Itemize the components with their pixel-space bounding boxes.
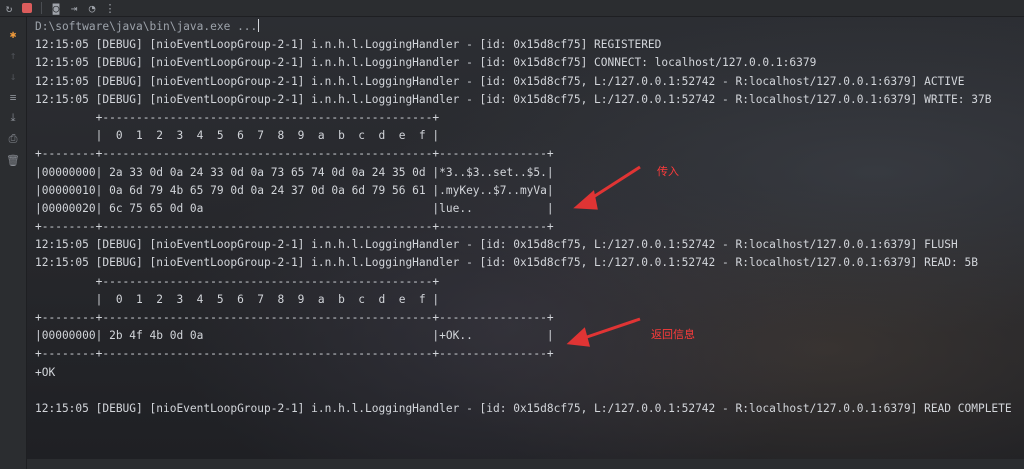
console-line: +---------------------------------------… <box>35 274 440 288</box>
print-icon[interactable]: ⎙ <box>6 132 20 146</box>
console-line: +--------+------------------------------… <box>35 220 554 234</box>
annotation-response: 返回信息 <box>651 328 695 341</box>
annotation-incoming: 传入 <box>657 165 679 178</box>
console-line: 12:15:05 [DEBUG] [nioEventLoopGroup-2-1]… <box>35 401 1012 415</box>
scroll-up-icon[interactable]: ↑ <box>6 48 20 62</box>
console-line: +OK <box>35 365 56 379</box>
console-line: 12:15:05 [DEBUG] [nioEventLoopGroup-2-1]… <box>35 256 978 270</box>
trash-icon[interactable]: 🗑 <box>6 153 20 167</box>
soft-wrap-icon[interactable]: ≡ <box>6 90 20 104</box>
toolbar-divider <box>41 2 42 14</box>
console-side-toolbar: ✱ ↑ ↓ ≡ ⤓ ⎙ 🗑 <box>0 17 27 469</box>
scroll-to-end-icon[interactable]: ⤓ <box>6 111 20 125</box>
screenshot-icon[interactable]: ◙ <box>49 1 63 15</box>
console-line: 12:15:05 [DEBUG] [nioEventLoopGroup-2-1]… <box>35 38 662 52</box>
console-line: +--------+------------------------------… <box>35 311 554 324</box>
console-line: |00000010| 0a 6d 79 4b 65 79 0d 0a 24 37… <box>35 183 554 197</box>
console-line: +--------+------------------------------… <box>35 347 554 361</box>
console-line: +--------+------------------------------… <box>35 147 554 161</box>
scroll-down-icon[interactable]: ↓ <box>6 69 20 83</box>
stop-icon[interactable] <box>20 1 34 15</box>
console-icon[interactable]: ✱ <box>6 27 20 41</box>
more-icon[interactable]: ⋮ <box>103 1 117 15</box>
run-toolbar: ↻ ◙ ⇥ ◔ ⋮ <box>0 0 1024 17</box>
console-line: 12:15:05 [DEBUG] [nioEventLoopGroup-2-1]… <box>35 92 992 106</box>
console-output[interactable]: D:\software\java\bin\java.exe ... 12:15:0… <box>27 17 1024 459</box>
console-line: | 0 1 2 3 4 5 6 7 8 9 a b c d e f | <box>35 292 440 306</box>
console-line: 12:15:05 [DEBUG] [nioEventLoopGroup-2-1]… <box>35 56 817 70</box>
console-line: 12:15:05 [DEBUG] [nioEventLoopGroup-2-1]… <box>35 74 965 88</box>
console-lines: D:\software\java\bin\java.exe ... 12:15:0… <box>35 18 1012 418</box>
profiler-icon[interactable]: ◔ <box>85 1 99 15</box>
rerun-icon[interactable]: ↻ <box>2 1 16 15</box>
console-line: | 0 1 2 3 4 5 6 7 8 9 a b c d e f | <box>35 129 440 143</box>
command-line: D:\software\java\bin\java.exe ... <box>35 19 260 33</box>
console-line: |00000020| 6c 75 65 0d 0a |lue.. | <box>35 201 554 215</box>
console-line: 12:15:05 [DEBUG] [nioEventLoopGroup-2-1]… <box>35 238 958 252</box>
console-line: +---------------------------------------… <box>35 110 440 124</box>
exit-icon[interactable]: ⇥ <box>67 1 81 15</box>
text-caret <box>258 19 260 32</box>
console-line: |00000000| 2b 4f 4b 0d 0a |+OK.. | <box>35 329 554 343</box>
console-line: |00000000| 2a 33 0d 0a 24 33 0d 0a 73 65… <box>35 165 554 179</box>
